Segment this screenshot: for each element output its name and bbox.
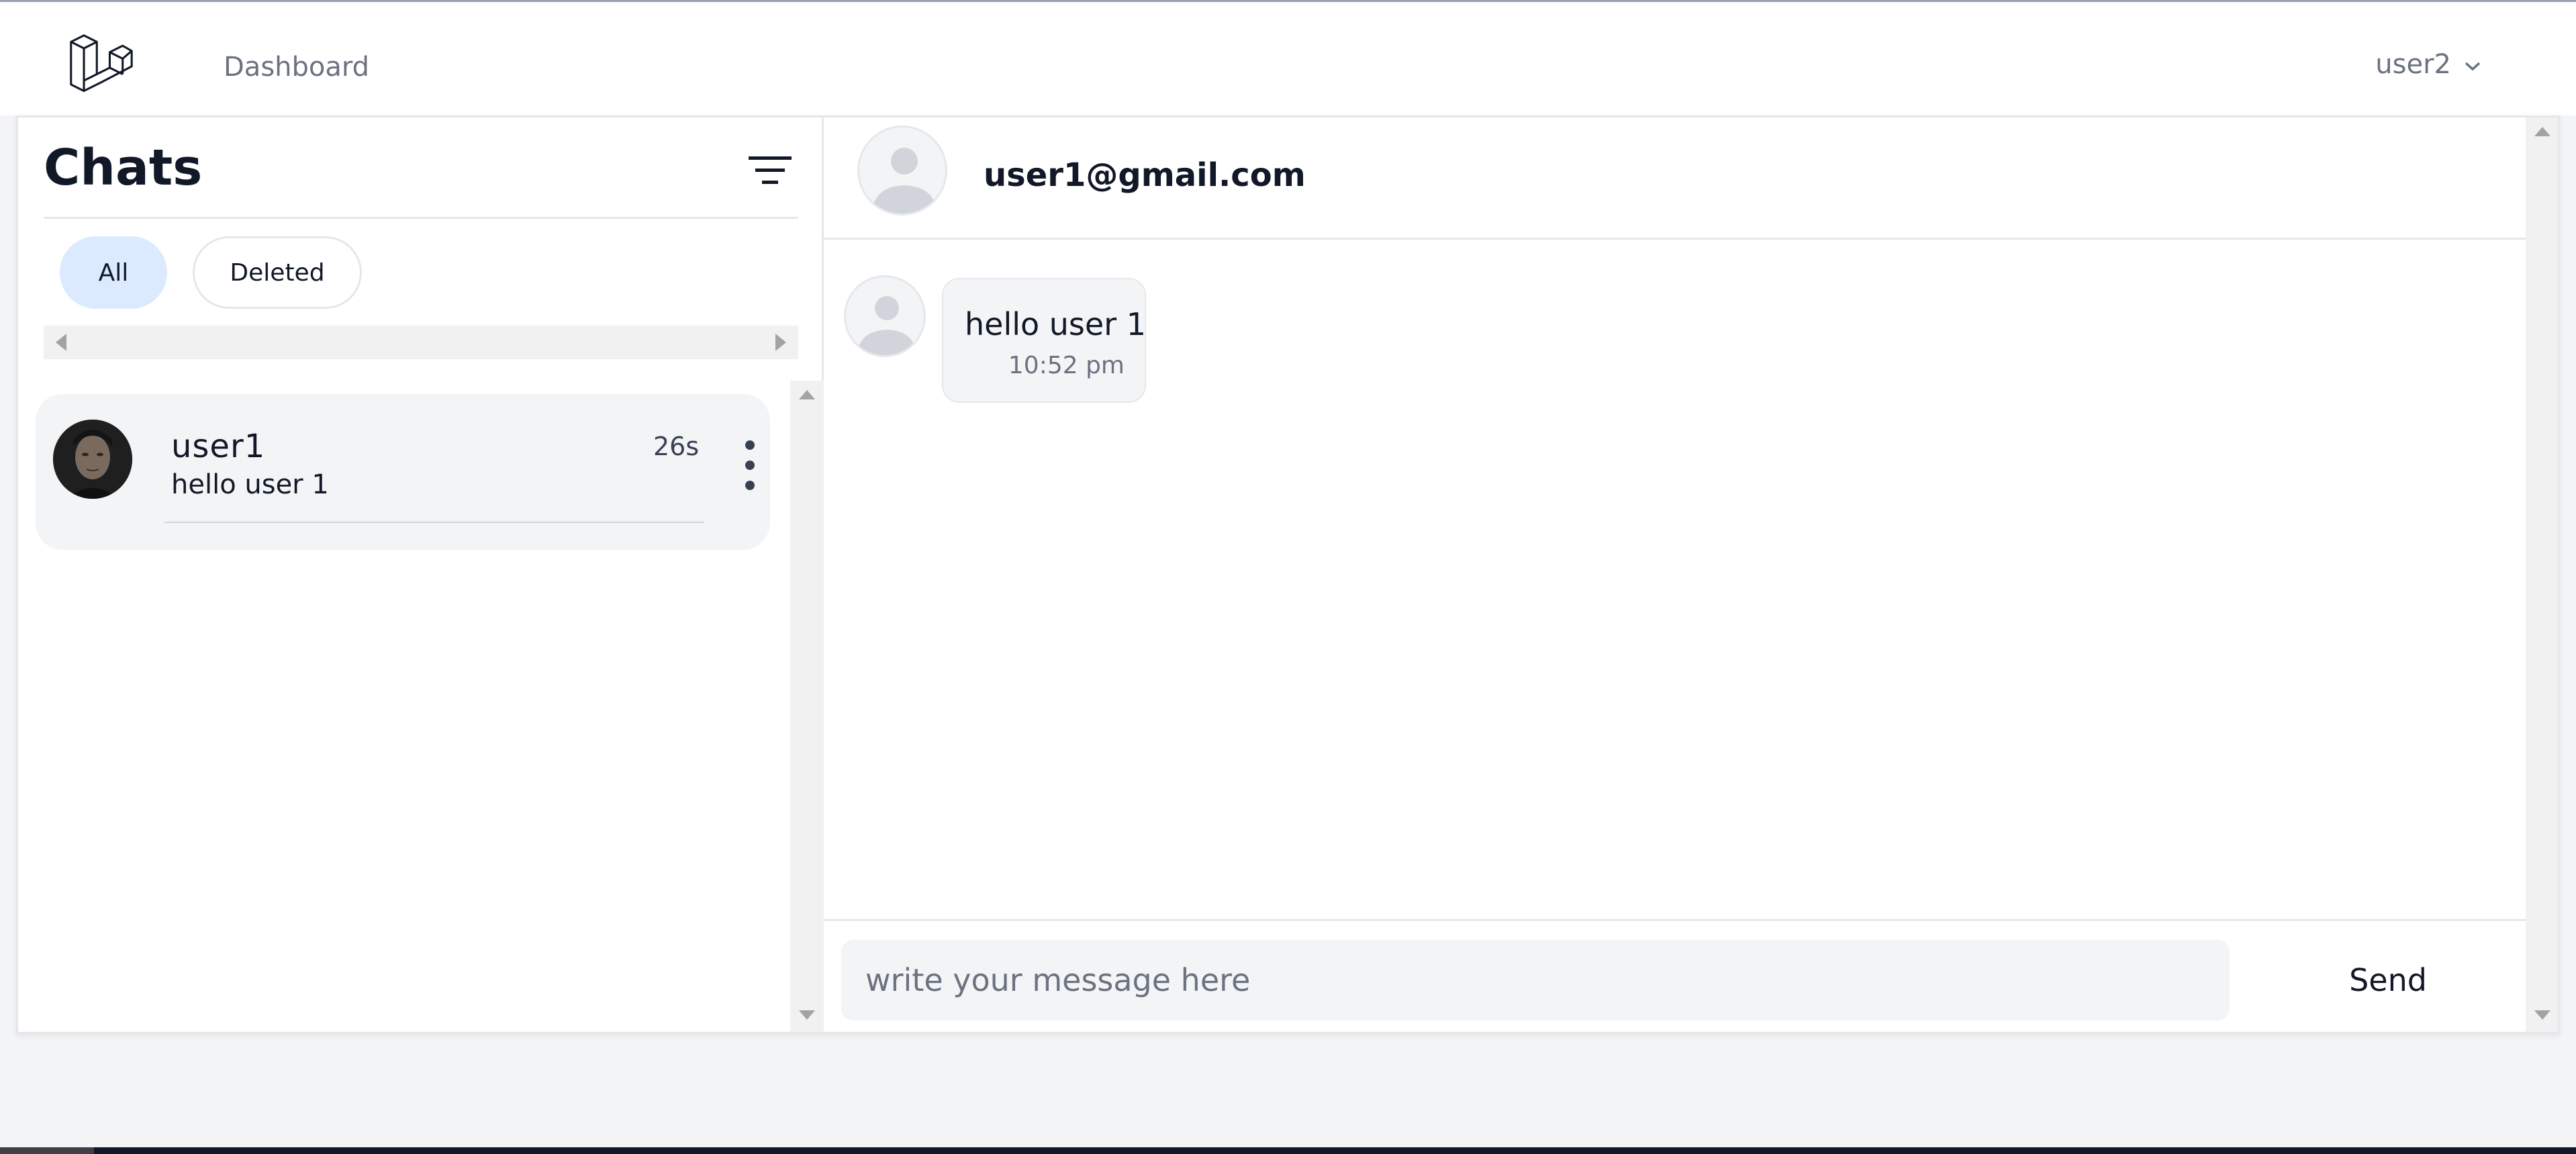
conversation-header: user1@gmail.com — [824, 117, 2526, 240]
message-composer: Send — [824, 919, 2526, 1036]
message-list: hello user 1 10:52 pm — [824, 242, 2526, 921]
scroll-down-arrow-icon[interactable] — [799, 1010, 815, 1020]
chat-contact-name: user1 — [171, 428, 266, 465]
message-text: hello user 1 — [965, 306, 1147, 342]
scroll-up-arrow-icon[interactable] — [799, 390, 815, 399]
avatar — [857, 126, 947, 215]
more-vertical-icon[interactable] — [742, 440, 758, 491]
filter-tab-deleted[interactable]: Deleted — [193, 236, 362, 309]
nav-link-dashboard[interactable]: Dashboard — [224, 52, 369, 83]
horizontal-scrollbar[interactable] — [44, 326, 798, 359]
avatar — [844, 275, 926, 357]
divider — [44, 217, 798, 219]
bottom-edge — [0, 1147, 2576, 1154]
contact-email: user1@gmail.com — [984, 156, 1306, 194]
avatar — [53, 420, 132, 499]
bottom-edge — [0, 1147, 94, 1154]
message-bubble: hello user 1 10:52 pm — [942, 278, 1146, 403]
laravel-logo-icon[interactable] — [67, 32, 134, 99]
user-menu-dropdown[interactable]: user2 — [2375, 49, 2482, 80]
chats-title: Chats — [44, 139, 203, 197]
chat-timestamp: 26s — [653, 432, 700, 461]
user-menu-label: user2 — [2375, 49, 2451, 80]
vertical-scrollbar[interactable] — [790, 381, 824, 1032]
scroll-right-arrow-icon[interactable] — [775, 334, 786, 351]
scroll-down-arrow-icon[interactable] — [2534, 1010, 2550, 1020]
chevron-down-icon — [2463, 49, 2482, 80]
top-navbar: Dashboard user2 — [0, 0, 2576, 115]
chat-app-card: Chats All Deleted user1 hello user 1 26s… — [16, 115, 2560, 1034]
chat-list-panel: Chats All Deleted user1 hello user 1 26s — [18, 117, 824, 1032]
filter-icon[interactable] — [743, 151, 797, 191]
scroll-left-arrow-icon[interactable] — [56, 334, 66, 351]
message-input[interactable] — [841, 940, 2230, 1020]
send-button[interactable]: Send — [2301, 944, 2475, 1016]
chat-list: user1 hello user 1 26s — [18, 381, 824, 1032]
divider — [164, 522, 704, 523]
vertical-scrollbar[interactable] — [2526, 117, 2558, 1032]
chat-list-item[interactable]: user1 hello user 1 26s — [36, 394, 770, 550]
chat-last-message: hello user 1 — [171, 469, 329, 500]
scroll-up-arrow-icon[interactable] — [2534, 127, 2550, 136]
message-time: 10:52 pm — [1008, 352, 1125, 379]
conversation-panel: user1@gmail.com hello user 1 10:52 pm Se… — [824, 117, 2558, 1032]
filter-tab-all[interactable]: All — [60, 236, 167, 309]
